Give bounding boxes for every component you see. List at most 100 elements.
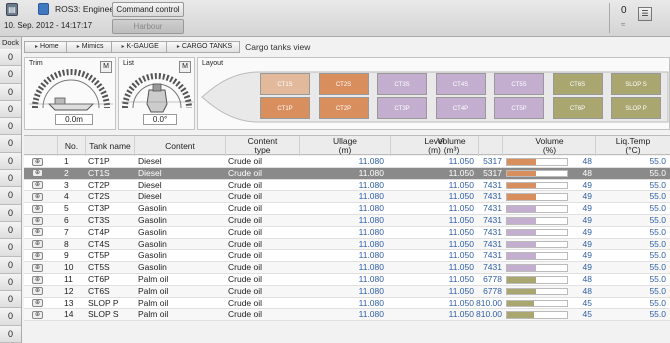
header-volume[interactable]: Volume (m³) (399, 136, 504, 156)
cell-tank-name: CT2P (88, 179, 110, 190)
layout-tank[interactable]: CT3P (377, 97, 427, 119)
layout-tank[interactable]: SLOP P (611, 97, 661, 119)
dock-item[interactable]: 0 (0, 239, 21, 257)
row-details-icon[interactable]: ⊕ (32, 263, 43, 272)
cell-ullage: 11.080 (358, 179, 384, 190)
breadcrumb-cargo-tanks[interactable]: ▸ CARGO TANKS (165, 40, 241, 53)
table-row[interactable]: ⊕ 1 CT1P Diesel Crude oil 11.080 11.050 5317 48 5… (24, 156, 670, 168)
cell-no: 14 (64, 309, 74, 320)
dock-item[interactable]: 0 (0, 221, 21, 240)
dock-item[interactable]: 0 (0, 83, 21, 101)
row-details-icon[interactable]: ⊕ (32, 157, 43, 166)
dock-item[interactable]: 0 (0, 291, 21, 309)
cell-volume-pct: 49 (582, 179, 592, 190)
dock-item[interactable]: 0 (0, 66, 21, 84)
row-details-icon[interactable]: ⊕ (32, 299, 43, 308)
header-content[interactable]: Content (135, 136, 226, 156)
layout-tank[interactable]: CT6S (552, 73, 603, 95)
table-row[interactable]: ⊕ 12 CT6S Palm oil Crude oil 11.080 11.050 6778… (24, 285, 670, 298)
layout-tank[interactable]: CT6P (552, 97, 603, 119)
dock-title: Dock (1, 38, 20, 47)
dock-item[interactable]: 0 (0, 100, 21, 119)
top-bar: ▤ ROS3: Engineer 10. Sep. 2012 - 14:17:1… (0, 0, 670, 37)
dock-item[interactable]: 0 (0, 256, 21, 274)
cell-no: 6 (64, 215, 69, 225)
volume-bar (506, 311, 568, 319)
header-ullage[interactable]: Ullage (m) (300, 136, 391, 156)
breadcrumb: ▸ Home ▸ Mimics ▸ K-GAUGE ▸ CARGO TANKS Carg… (24, 40, 310, 53)
table-row[interactable]: ⊕ 9 CT5P Gasolin Crude oil 11.080 11.050 7431 49… (24, 250, 670, 263)
table-row[interactable]: ⊕ 10 CT5S Gasolin Crude oil 11.080 11.050 7431 4… (24, 262, 670, 274)
layout-tank[interactable]: CT1S (260, 73, 310, 95)
table-row[interactable]: ⊕ 2 CT1S Diesel Crude oil 11.080 11.050 5317 48 5… (24, 167, 670, 180)
row-details-icon[interactable]: ⊕ (32, 240, 43, 249)
row-details-icon[interactable]: ⊕ (32, 169, 43, 178)
dock-item[interactable]: 0 (0, 118, 21, 136)
table-row[interactable]: ⊕ 6 CT3S Gasolin Crude oil 11.080 11.050 7431 49… (24, 215, 670, 227)
cell-volume: 6778 (483, 285, 502, 296)
dock-item[interactable]: 0 (0, 325, 21, 343)
layout-tank[interactable]: CT5P (494, 97, 544, 119)
user-icon[interactable] (38, 3, 49, 15)
row-details-icon[interactable]: ⊕ (32, 251, 43, 260)
dock-item[interactable]: 0 (0, 308, 21, 326)
header-volume-pct[interactable]: Volume (%) (504, 136, 596, 156)
table-row[interactable]: ⊕ 8 CT4S Gasolin Crude oil 11.080 11.050 7431 49… (24, 238, 670, 251)
command-control-button[interactable]: Command control (112, 2, 184, 17)
header-liq-temp[interactable]: Liq.Temp (°C) (596, 136, 670, 156)
row-details-icon[interactable]: ⊕ (32, 310, 43, 319)
layout-tank[interactable]: CT5S (494, 73, 544, 95)
dock-item[interactable]: 0 (0, 187, 21, 205)
breadcrumb-home[interactable]: ▸ Home (24, 40, 67, 53)
layout-tank[interactable]: CT2P (318, 97, 369, 119)
layout-tank[interactable]: SLOP S (611, 73, 661, 95)
row-details-icon[interactable]: ⊕ (32, 275, 43, 284)
layout-tank[interactable]: CT1P (260, 97, 310, 119)
dock-item[interactable]: 0 (0, 204, 21, 222)
volume-bar (506, 264, 568, 272)
dock-item[interactable]: 0 (0, 273, 21, 292)
row-details-icon[interactable]: ⊕ (32, 216, 43, 225)
cell-content: Gasolin (138, 215, 167, 225)
alarm-count: 0 (621, 5, 627, 16)
breadcrumb-k-gauge[interactable]: ▸ K-GAUGE (110, 40, 167, 53)
breadcrumb-mimics[interactable]: ▸ Mimics (65, 40, 112, 53)
layout-tank[interactable]: CT4P (435, 97, 486, 119)
table-row[interactable]: ⊕ 13 SLOP P Palm oil Crude oil 11.080 11.050 81… (24, 297, 670, 310)
layout-tank[interactable]: CT4S (435, 73, 486, 95)
table-row[interactable]: ⊕ 14 SLOP S Palm oil Crude oil 11.080 11.050 81… (24, 309, 670, 322)
table-row[interactable]: ⊕ 7 CT4P Gasolin Crude oil 11.080 11.050 7431 49… (24, 226, 670, 239)
row-details-icon[interactable]: ⊕ (32, 204, 43, 213)
row-details-icon[interactable]: ⊕ (32, 287, 43, 296)
app-menu-icon[interactable]: ▤ (6, 3, 18, 16)
table-row[interactable]: ⊕ 11 CT6P Palm oil Crude oil 11.080 11.050 6778… (24, 274, 670, 286)
row-details-icon[interactable]: ⊕ (32, 228, 43, 237)
alarm-list-button[interactable]: ☰ (638, 7, 652, 21)
cell-content: Gasolin (138, 238, 167, 249)
header-no[interactable]: No. (58, 136, 86, 156)
header-tank-name[interactable]: Tank name (86, 136, 135, 156)
dock-item[interactable]: 0 (0, 170, 21, 188)
row-details-icon[interactable]: ⊕ (32, 192, 43, 201)
cell-no: 7 (64, 226, 69, 237)
harbour-button[interactable]: Harbour (112, 19, 184, 34)
cell-content-type: Crude oil (228, 203, 263, 214)
dock-item[interactable]: 0 (0, 49, 21, 67)
cell-content-type: Crude oil (228, 156, 263, 166)
layout-tank[interactable]: CT3S (377, 73, 427, 95)
dock-item[interactable]: 0 (0, 152, 21, 171)
row-details-icon[interactable]: ⊕ (32, 181, 43, 190)
cargo-tanks-screen: ▤ ROS3: Engineer 10. Sep. 2012 - 14:17:1… (0, 0, 670, 343)
table-row[interactable]: ⊕ 5 CT3P Gasolin Crude oil 11.080 11.050 7431 49… (24, 203, 670, 215)
cell-content-type: Crude oil (228, 250, 263, 261)
header-content-type[interactable]: Content type (226, 136, 300, 156)
cell-content-type: Crude oil (228, 309, 263, 320)
table-row[interactable]: ⊕ 3 CT2P Diesel Crude oil 11.080 11.050 7431 49 5… (24, 179, 670, 192)
volume-bar-fill (507, 300, 534, 307)
chevron-down-icon[interactable]: ≈ (621, 20, 625, 29)
cell-ullage: 11.080 (358, 274, 384, 284)
dock-item[interactable]: 0 (0, 135, 21, 153)
table-row[interactable]: ⊕ 4 CT2S Diesel Crude oil 11.080 11.050 7431 49 5… (24, 191, 670, 204)
layout-tank[interactable]: CT2S (318, 73, 369, 95)
cell-content: Gasolin (138, 226, 167, 237)
